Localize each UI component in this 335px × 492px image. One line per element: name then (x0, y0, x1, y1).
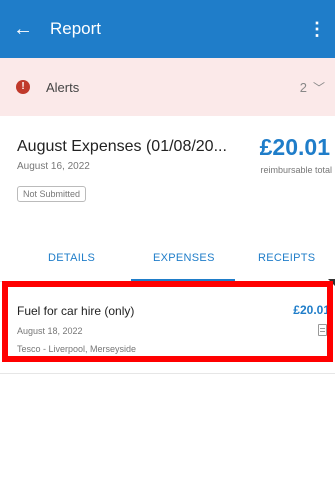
receipt-icon (318, 324, 327, 336)
tab-receipts[interactable]: RECEIPTS (258, 252, 315, 264)
page-title: Report (50, 19, 102, 38)
tab-bar: DETAILS EXPENSES RECEIPTS (0, 236, 335, 282)
report-total-label: reimbursable total (260, 165, 332, 175)
tab-expenses[interactable]: EXPENSES (153, 252, 215, 264)
alerts-label: Alerts (46, 79, 80, 95)
corner-marker-icon (328, 279, 335, 286)
status-badge: Not Submitted (17, 186, 87, 202)
expense-merchant: Tesco - Liverpool, Merseyside (17, 344, 137, 354)
report-name: August Expenses (01/08/20... (17, 138, 227, 155)
app-bar: ← Report ⋮ (0, 0, 335, 58)
expense-amount: £20.01 (293, 303, 330, 317)
report-date: August 16, 2022 (17, 161, 90, 172)
expense-title: Fuel for car hire (only) (17, 304, 135, 318)
arrow-left-icon[interactable]: ← (0, 0, 46, 58)
active-tab-indicator (131, 279, 235, 281)
more-vert-icon[interactable]: ⋮ (299, 19, 335, 40)
alerts-bar[interactable]: ! Alerts 2 ﹀ (0, 58, 335, 116)
report-total: £20.01 (259, 134, 330, 160)
alerts-count: 2 (299, 79, 307, 95)
tab-details[interactable]: DETAILS (48, 252, 95, 264)
chevron-down-icon[interactable]: ﹀ (313, 79, 325, 96)
expense-date: August 18, 2022 (17, 326, 83, 336)
report-summary: August Expenses (01/08/20... August 16, … (0, 116, 335, 236)
alert-circle-icon: ! (16, 80, 30, 94)
expense-list-item[interactable]: Fuel for car hire (only) August 18, 2022… (0, 279, 335, 374)
